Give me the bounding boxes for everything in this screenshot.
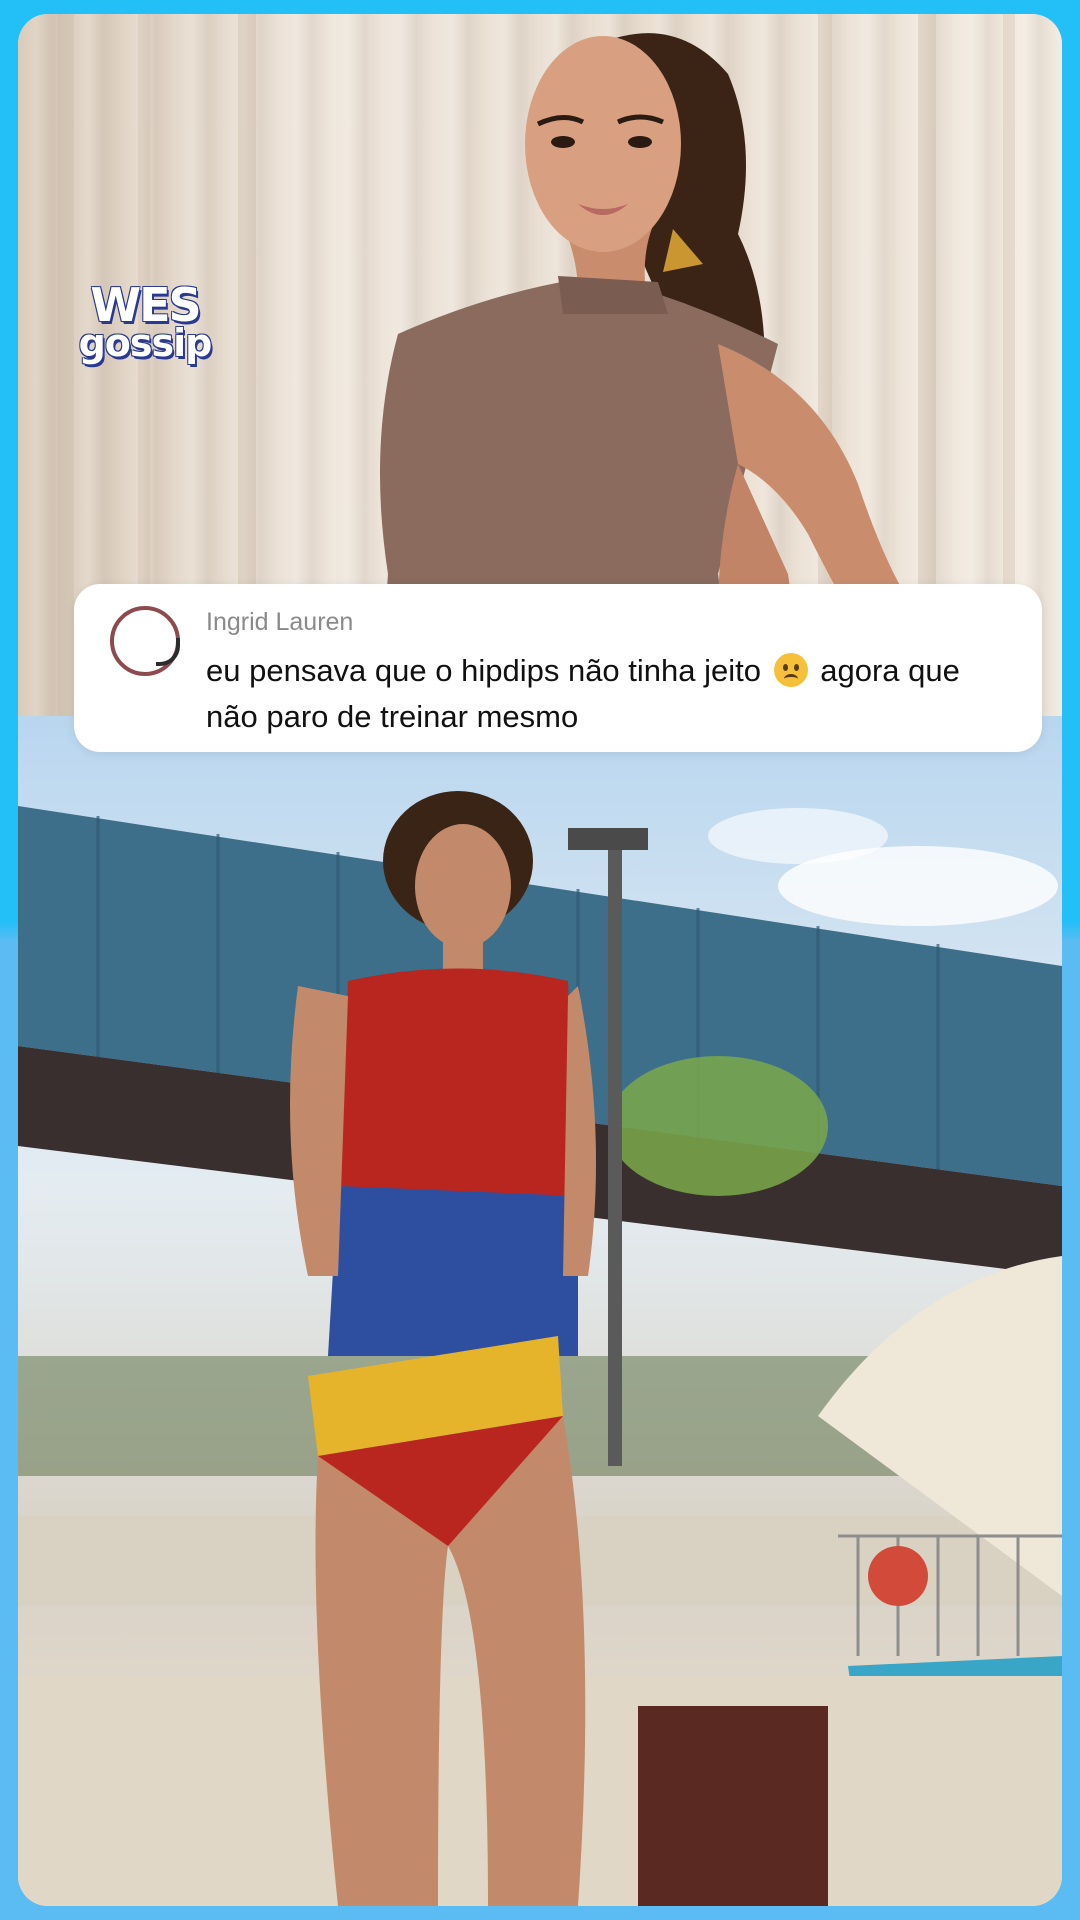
- poolside-scene-illustration: [18, 791, 1062, 1906]
- comment-reply-card[interactable]: Ingrid Lauren eu pensava que o hipdips n…: [74, 584, 1042, 752]
- comment-text: eu pensava que o hipdips não tinha jeito…: [206, 648, 1016, 740]
- bottom-photo: [18, 716, 1062, 1906]
- commenter-username[interactable]: Ingrid Lauren: [206, 608, 353, 637]
- logo-line-2: gossip: [78, 321, 213, 365]
- video-frame: WES gossip Ingrid Lauren eu pensava que …: [18, 14, 1062, 1906]
- comment-text-part-1: eu pensava que o hipdips não tinha jeito: [206, 653, 761, 688]
- commenter-avatar[interactable]: [110, 606, 180, 676]
- wes-gossip-logo: WES gossip: [70, 282, 220, 362]
- worried-face-icon: [773, 653, 808, 687]
